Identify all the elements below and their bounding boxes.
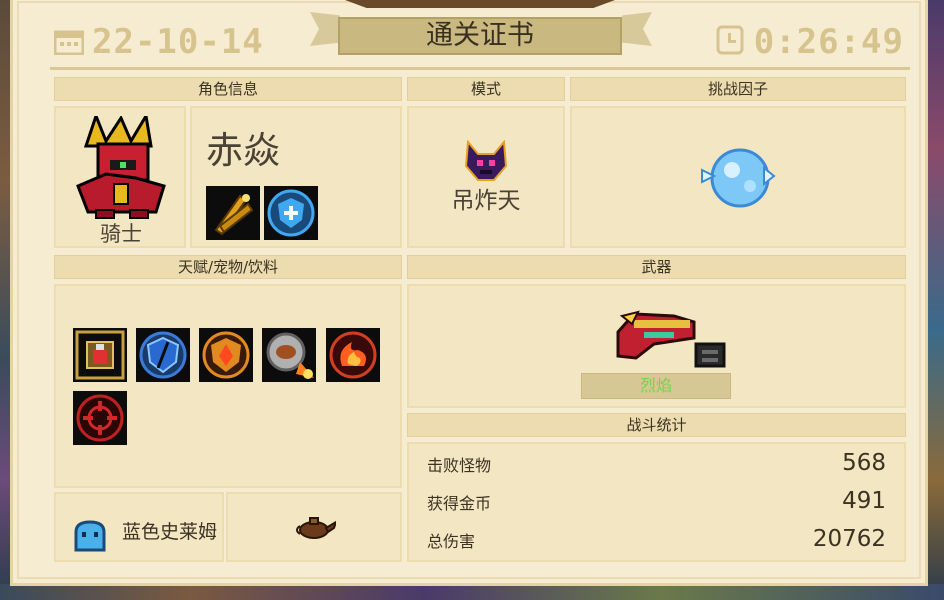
stat-label-kills: 击败怪物 bbox=[427, 456, 492, 475]
section-talents-title: 天赋/宠物/饮料 bbox=[54, 255, 402, 279]
stat-value-gold: 491 bbox=[842, 488, 886, 514]
fire-shield-talent-icon[interactable] bbox=[199, 328, 253, 382]
certificate-title: 通关证书 bbox=[338, 17, 622, 55]
stat-label-gold: 获得金币 bbox=[427, 494, 492, 513]
section-mode-title: 模式 bbox=[407, 77, 565, 101]
clock-icon bbox=[716, 24, 746, 55]
time-display: 0:26:49 bbox=[716, 22, 904, 62]
crossed-blades-icon bbox=[206, 186, 260, 240]
date-display: 22-10-14 bbox=[53, 22, 264, 62]
stat-label-damage: 总伤害 bbox=[427, 532, 476, 551]
date-text: 22-10-14 bbox=[92, 22, 264, 62]
shield-buff-icon bbox=[264, 186, 318, 240]
knight-portrait-icon bbox=[76, 111, 166, 220]
flame-gun-icon bbox=[614, 308, 730, 370]
shield-split-talent-icon[interactable] bbox=[136, 328, 190, 382]
magic-lamp-icon bbox=[294, 514, 338, 540]
weapon-name: 烈焰 bbox=[581, 373, 731, 399]
potion-talent-icon[interactable] bbox=[73, 328, 127, 382]
section-challenge-title: 挑战因子 bbox=[570, 77, 906, 101]
stat-value-kills: 568 bbox=[842, 450, 886, 476]
demon-horns-icon bbox=[464, 139, 508, 182]
stat-value-damage: 20762 bbox=[812, 526, 886, 552]
top-crest bbox=[345, 0, 615, 8]
ice-orb-icon bbox=[700, 146, 776, 210]
header-divider bbox=[50, 67, 910, 70]
section-weapon-title: 武器 bbox=[407, 255, 906, 279]
mode-name: 吊炸天 bbox=[451, 188, 521, 214]
section-character-title: 角色信息 bbox=[54, 77, 402, 101]
flame-swirl-talent-icon[interactable] bbox=[326, 328, 380, 382]
character-name: 赤焱 bbox=[206, 129, 280, 172]
talents-box bbox=[54, 284, 402, 488]
crosshair-talent-icon[interactable] bbox=[73, 391, 127, 445]
background-bottom bbox=[0, 584, 944, 600]
pet-name: 蓝色史莱姆 bbox=[122, 521, 218, 543]
calendar-icon bbox=[53, 24, 85, 56]
character-class: 骑士 bbox=[100, 222, 142, 246]
fireball-orb-talent-icon[interactable] bbox=[262, 328, 316, 382]
time-text: 0:26:49 bbox=[753, 22, 904, 62]
blue-slime-icon bbox=[72, 520, 108, 552]
section-stats-title: 战斗统计 bbox=[407, 413, 906, 437]
